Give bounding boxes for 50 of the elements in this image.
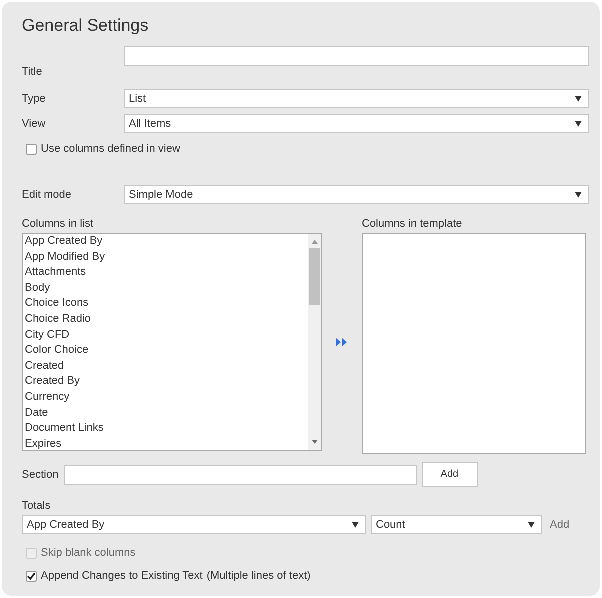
add-button[interactable]: Add — [422, 462, 478, 487]
checkbox-label: Use columns defined in view — [41, 143, 180, 155]
checkbox[interactable] — [26, 570, 37, 582]
field-label: View — [22, 118, 47, 130]
scroll-up-icon[interactable] — [312, 240, 318, 244]
list-item[interactable]: Date — [23, 406, 308, 422]
view-select[interactable]: All Items — [124, 114, 589, 133]
list-item[interactable]: Attachments — [23, 265, 308, 281]
field-label: Section — [22, 468, 59, 480]
caret-icon — [575, 96, 582, 102]
template-list[interactable] — [362, 233, 586, 454]
title-field[interactable] — [124, 46, 589, 66]
add-link[interactable]: Add — [550, 518, 570, 530]
caret-icon — [528, 522, 535, 528]
section-heading: General Settings — [22, 16, 149, 36]
function-select[interactable]: Count — [371, 515, 542, 534]
list-item[interactable]: Choice Icons — [23, 296, 308, 312]
list-item[interactable]: Color Choice — [23, 343, 308, 359]
field-label: Totals — [22, 500, 51, 512]
checkbox-note: (Multiple lines of text) — [206, 570, 311, 582]
list-label: Columns in template — [362, 218, 462, 230]
checkbox-label: Skip blank columns — [41, 547, 136, 559]
type-select[interactable]: List — [124, 89, 589, 108]
edit-mode-select[interactable]: Simple Mode — [124, 185, 589, 204]
column-select[interactable]: App Created By — [22, 515, 366, 534]
caret-icon — [352, 522, 359, 528]
scrollbar[interactable] — [308, 234, 321, 450]
list-item[interactable]: Currency — [23, 390, 308, 406]
checkbox-label: Append Changes to Existing Text — [41, 570, 203, 582]
field-label: Type — [22, 92, 47, 104]
columns-list[interactable]: App Created By App Modified By Attachments Body Choice Icons Choice Radio City CFD Color Choice Created Created By Currency Date Document Links Expires — [22, 233, 322, 451]
list-label: Columns in list — [22, 218, 94, 230]
list-item[interactable]: App Created By — [23, 234, 308, 250]
caret-icon — [575, 192, 582, 198]
checkbox[interactable] — [26, 144, 37, 154]
field-label: Edit mode — [22, 188, 73, 200]
scroll-down-icon[interactable] — [312, 440, 318, 444]
list-item[interactable]: Expires — [23, 436, 308, 450]
section-field[interactable] — [64, 464, 417, 484]
field-label: Title — [22, 66, 44, 78]
list-item[interactable]: Created — [23, 358, 308, 374]
list-item[interactable]: Document Links — [23, 421, 308, 437]
list-item[interactable]: City CFD — [23, 328, 308, 344]
list-item[interactable]: App Modified By — [23, 250, 308, 266]
caret-icon — [575, 120, 582, 126]
list-item[interactable]: Body — [23, 280, 308, 296]
list-item[interactable]: Created By — [23, 374, 308, 390]
move-right-icon[interactable] — [336, 338, 348, 346]
scrollbar-thumb[interactable] — [309, 248, 320, 305]
list-item[interactable]: Choice Radio — [23, 312, 308, 328]
